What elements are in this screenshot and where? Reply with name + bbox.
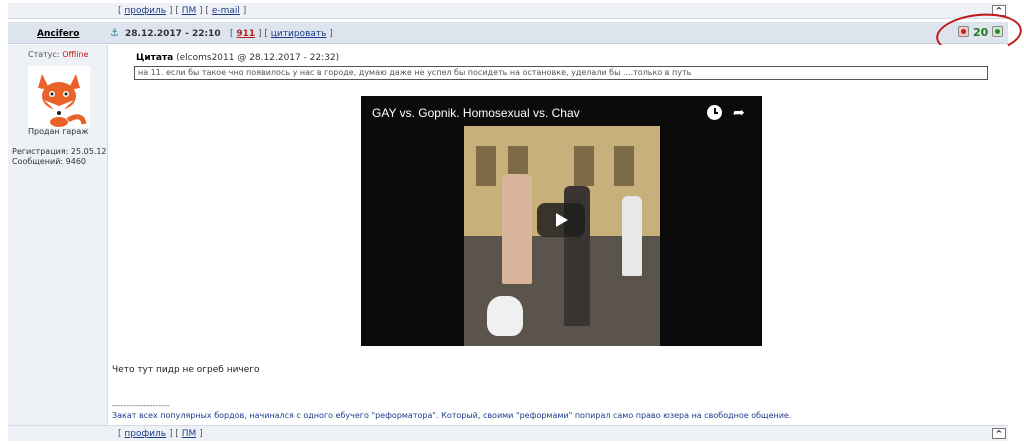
post-number-link[interactable]: 911: [236, 29, 255, 39]
post-author-link[interactable]: Ancifero: [37, 29, 79, 39]
fox-avatar-image: [28, 66, 90, 128]
posts-label: Сообщений:: [12, 157, 64, 166]
reg-value: 25.05.12: [70, 147, 107, 156]
quote-source: (elcoms2011 @ 28.12.2017 - 22:32): [176, 53, 340, 63]
thumbnail-person: [502, 174, 532, 284]
post-bottom-bar: [ профиль ] [ ПМ ] ^: [8, 425, 1008, 441]
cite-link[interactable]: цитировать: [271, 29, 327, 39]
bottom-links: [ профиль ] [ ПМ ]: [118, 429, 203, 439]
signature-separator: --------------------: [112, 401, 170, 410]
status-value: Offline: [62, 50, 89, 59]
play-icon[interactable]: [537, 203, 585, 237]
pm-link[interactable]: ПМ: [182, 429, 197, 439]
quote-header: Цитата (elcoms2011 @ 28.12.2017 - 22:32): [136, 53, 339, 63]
post-header: Ancifero ⚓ 28.12.2017 - 22:10 [ 911 ] [ …: [8, 22, 1008, 44]
video-embed[interactable]: GAY vs. Gopnik. Homosexual vs. Chav ➦: [361, 96, 762, 346]
quote-label: Цитата: [136, 53, 174, 63]
quote-text: на 11. если бы такое чно появилось у нас…: [134, 66, 988, 80]
scroll-top-button[interactable]: ^: [992, 428, 1006, 439]
avatar-caption: Продан гараж: [28, 127, 89, 136]
signature-text: Закат всех популярных бордов, начинался …: [112, 411, 792, 420]
share-icon[interactable]: ➦: [733, 106, 749, 120]
post-date: 28.12.2017 - 22:10: [125, 29, 221, 39]
post-body-text: Чето тут пидр не огреб ничего: [112, 365, 260, 375]
user-info-column: Статус: Offline Продан гараж Регистрация…: [8, 45, 108, 425]
post-top-bar: [ профиль ] [ ПМ ] [ e-mail ] ^: [8, 3, 1008, 19]
anchor-icon[interactable]: ⚓: [110, 28, 119, 39]
email-link[interactable]: e-mail: [212, 6, 240, 16]
post-content: Цитата (elcoms2011 @ 28.12.2017 - 22:32)…: [110, 45, 1008, 425]
avatar[interactable]: [28, 66, 90, 128]
status-label: Статус:: [28, 50, 60, 59]
profile-link[interactable]: профиль: [124, 429, 166, 439]
posts-value: 9460: [65, 157, 86, 166]
user-stats: Регистрация: 25.05.12 Сообщений: 9460: [12, 147, 107, 167]
watch-later-icon[interactable]: [707, 105, 722, 120]
thumbnail-bag: [487, 296, 523, 336]
top-links: [ профиль ] [ ПМ ] [ e-mail ]: [118, 6, 247, 16]
video-title[interactable]: GAY vs. Gopnik. Homosexual vs. Chav: [372, 106, 580, 120]
pm-link[interactable]: ПМ: [182, 6, 197, 16]
reg-label: Регистрация:: [12, 147, 69, 156]
user-status: Статус: Offline: [28, 50, 88, 59]
thumbnail-person: [622, 196, 642, 276]
profile-link[interactable]: профиль: [124, 6, 166, 16]
post-meta: [ 911 ] [ цитировать ]: [230, 29, 333, 39]
